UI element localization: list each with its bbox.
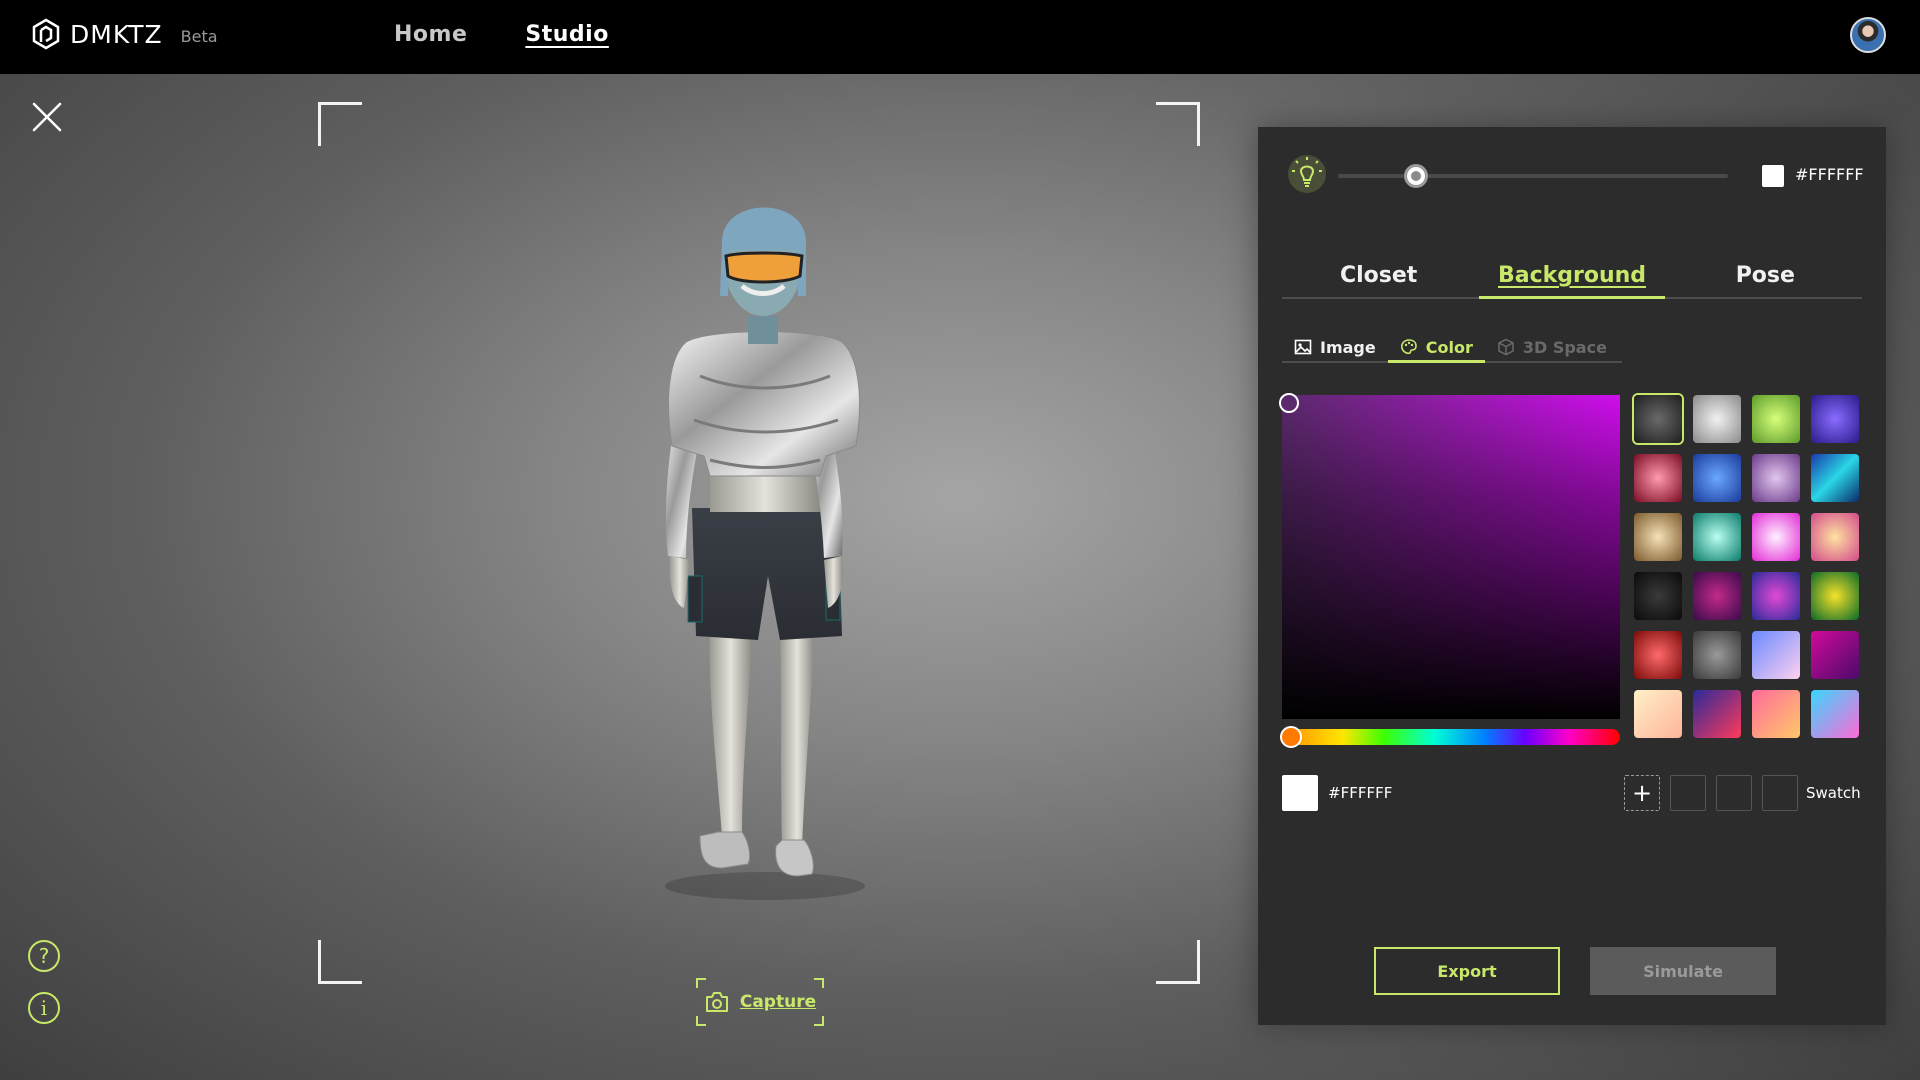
- simulate-button[interactable]: Simulate: [1590, 947, 1776, 995]
- subtab-image-label: Image: [1320, 337, 1376, 357]
- capture-button[interactable]: Capture: [696, 978, 824, 1026]
- plus-icon: +: [1631, 779, 1653, 807]
- top-bar: DMKTZ Beta Home Studio: [0, 0, 1920, 74]
- subtab-color[interactable]: Color: [1387, 333, 1485, 363]
- preset-swatch[interactable]: [1693, 690, 1741, 738]
- camera-icon: [705, 992, 728, 1012]
- color-picker-handle[interactable]: [1279, 393, 1299, 413]
- frame-corner-bottom-right: [1156, 940, 1200, 984]
- saved-swatch-2[interactable]: [1716, 775, 1752, 811]
- swatch-label: Swatch: [1806, 784, 1861, 802]
- preset-swatch[interactable]: [1634, 631, 1682, 679]
- saved-swatch-1[interactable]: [1670, 775, 1706, 811]
- hue-slider-handle[interactable]: [1280, 726, 1302, 748]
- preset-swatch[interactable]: [1693, 631, 1741, 679]
- light-intensity-slider[interactable]: [1338, 164, 1728, 188]
- tab-background[interactable]: Background: [1475, 259, 1668, 299]
- user-avatar[interactable]: [1850, 17, 1886, 53]
- color-gradient-picker[interactable]: [1279, 393, 1620, 719]
- logo-text: DMKTZ: [70, 19, 163, 49]
- tab-pose[interactable]: Pose: [1669, 259, 1862, 297]
- lightbulb-icon: [1288, 155, 1326, 193]
- palette-icon: [1400, 339, 1417, 355]
- info-icon: i: [40, 996, 48, 1020]
- help-button[interactable]: ?: [28, 940, 60, 972]
- subtab-color-label: Color: [1425, 337, 1473, 357]
- nav-home[interactable]: Home: [394, 22, 467, 47]
- preset-swatch[interactable]: [1811, 395, 1859, 443]
- preset-swatch[interactable]: [1811, 454, 1859, 502]
- preset-swatch[interactable]: [1811, 513, 1859, 561]
- preset-swatch[interactable]: [1811, 631, 1859, 679]
- preset-swatch[interactable]: [1634, 690, 1682, 738]
- subtab-3d-space: 3D Space: [1485, 333, 1619, 361]
- preset-swatch[interactable]: [1634, 454, 1682, 502]
- preset-swatch[interactable]: [1752, 513, 1800, 561]
- cube-icon: [1498, 338, 1514, 356]
- background-subtabs: Image Color 3D Space: [1282, 333, 1622, 363]
- preset-swatch[interactable]: [1634, 513, 1682, 561]
- preset-swatch[interactable]: [1634, 572, 1682, 620]
- add-swatch-button[interactable]: +: [1624, 775, 1660, 811]
- main-nav: Home Studio: [394, 22, 609, 47]
- preset-swatch[interactable]: [1752, 454, 1800, 502]
- preset-swatch[interactable]: [1693, 395, 1741, 443]
- preset-swatch-grid: [1634, 395, 1866, 738]
- tab-closet[interactable]: Closet: [1282, 259, 1475, 297]
- frame-corner-bottom-left: [318, 940, 362, 984]
- subtab-3d-space-label: 3D Space: [1522, 337, 1607, 357]
- preset-swatch[interactable]: [1811, 572, 1859, 620]
- logo[interactable]: DMKTZ Beta: [32, 18, 218, 50]
- hue-slider[interactable]: [1280, 726, 1620, 748]
- help-icon: ?: [38, 944, 50, 968]
- preset-swatch[interactable]: [1752, 631, 1800, 679]
- preset-swatch[interactable]: [1752, 572, 1800, 620]
- image-icon: [1294, 339, 1312, 355]
- close-icon[interactable]: [30, 100, 64, 134]
- export-button[interactable]: Export: [1374, 947, 1560, 995]
- light-color-hex: #FFFFFF: [1795, 165, 1864, 184]
- preset-swatch[interactable]: [1752, 690, 1800, 738]
- frame-corner-top-left: [318, 102, 362, 146]
- preset-swatch[interactable]: [1811, 690, 1859, 738]
- beta-label: Beta: [180, 26, 218, 46]
- subtab-image[interactable]: Image: [1282, 333, 1388, 361]
- frame-corner-top-right: [1156, 102, 1200, 146]
- preset-swatch[interactable]: [1693, 513, 1741, 561]
- preset-swatch[interactable]: [1693, 572, 1741, 620]
- current-color-preview[interactable]: [1282, 775, 1318, 811]
- light-color-swatch[interactable]: [1762, 165, 1784, 187]
- background-panel: #FFFFFF Closet Background Pose Image Col…: [1258, 127, 1886, 1025]
- preset-swatch[interactable]: [1634, 395, 1682, 443]
- slider-thumb[interactable]: [1404, 164, 1428, 188]
- panel-tabs: Closet Background Pose: [1282, 259, 1862, 299]
- preset-swatch[interactable]: [1693, 454, 1741, 502]
- capture-label: Capture: [739, 992, 817, 1012]
- dmktz-logo-icon: [32, 18, 60, 50]
- preset-swatch[interactable]: [1752, 395, 1800, 443]
- nav-studio[interactable]: Studio: [525, 22, 608, 47]
- current-color-hex: #FFFFFF: [1328, 784, 1393, 802]
- avatar-model[interactable]: [630, 156, 900, 916]
- info-button[interactable]: i: [28, 992, 60, 1024]
- saved-swatch-3[interactable]: [1762, 775, 1798, 811]
